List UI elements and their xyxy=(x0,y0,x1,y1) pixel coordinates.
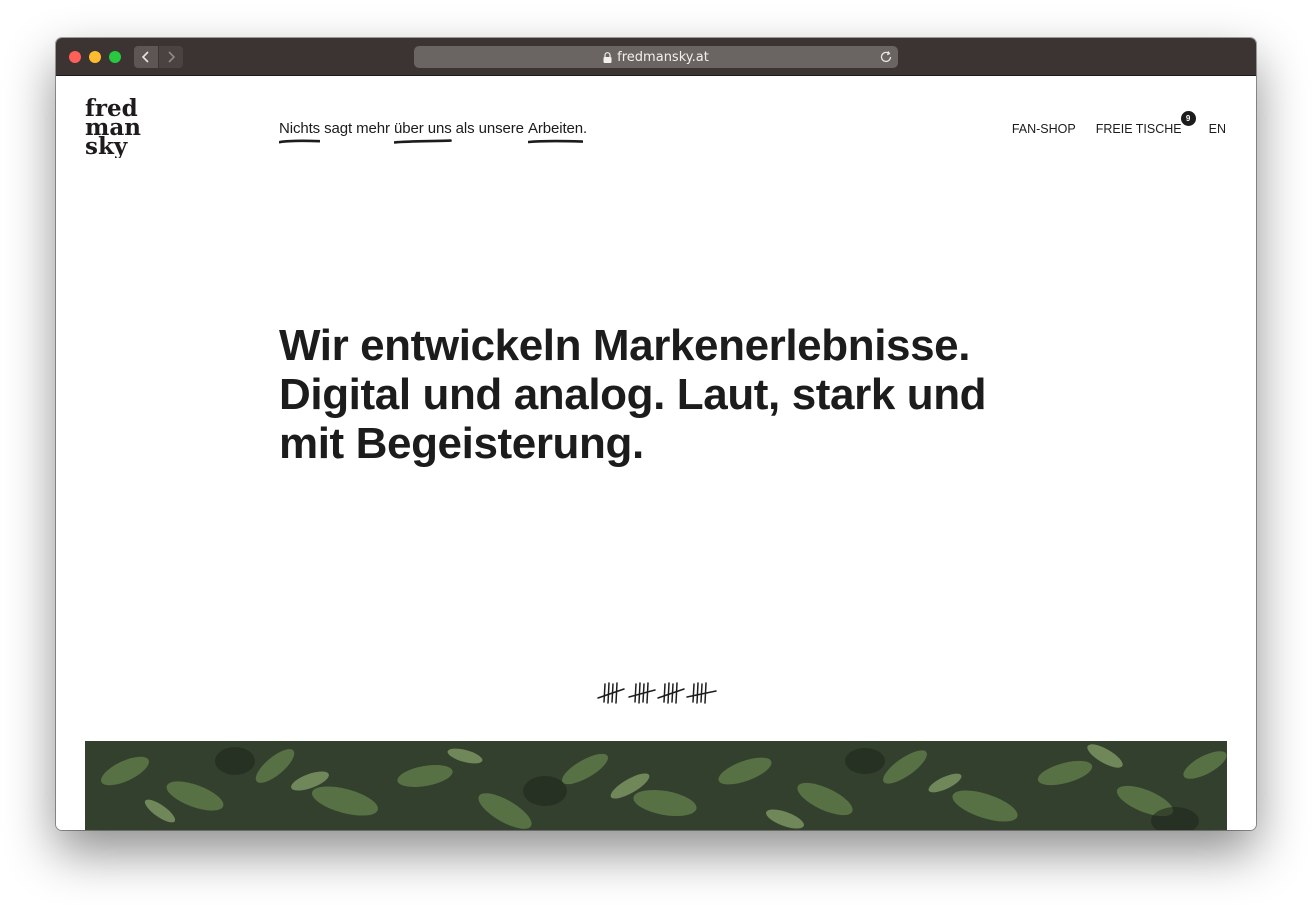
chevron-right-icon xyxy=(168,51,176,63)
foliage-image xyxy=(85,741,1227,830)
tagline-link-ueber-uns[interactable]: über uns xyxy=(394,120,452,144)
freie-tische-count-badge: 9 xyxy=(1180,111,1196,126)
page-content: fred man sky Nichts sagt mehr über uns a… xyxy=(56,76,1256,830)
main-nav: FAN-SHOP FREIE TISCHE 9 EN xyxy=(1012,111,1226,136)
hero-line-1: Wir entwickeln Markenerlebnisse. xyxy=(279,321,971,370)
zoom-window-button[interactable] xyxy=(109,51,121,63)
tagline-link-nichts-label: Nichts xyxy=(279,120,321,137)
address-bar[interactable]: fredmansky.at xyxy=(414,46,898,68)
brush-underline-icon xyxy=(279,139,321,144)
brush-underline-icon xyxy=(394,139,452,144)
hero-headline: Wir entwickeln Markenerlebnisse. Digital… xyxy=(279,321,1059,468)
close-window-button[interactable] xyxy=(69,51,81,63)
brush-underline-icon xyxy=(527,139,584,144)
hero-line-3: mit Begeisterung. xyxy=(279,419,644,468)
fredmansky-logo[interactable]: fred man sky xyxy=(85,98,149,158)
back-button[interactable] xyxy=(134,46,158,68)
minimize-window-button[interactable] xyxy=(89,51,101,63)
tagline-text-3: . xyxy=(583,120,588,137)
tagline-text-2: als unsere xyxy=(451,120,528,137)
tagline-link-arbeiten-label: Arbeiten xyxy=(527,120,584,137)
browser-toolbar: fredmansky.at xyxy=(56,38,1256,76)
logo-line-3: sky xyxy=(85,133,128,158)
lock-icon xyxy=(603,51,612,63)
nav-fan-shop[interactable]: FAN-SHOP xyxy=(1012,122,1076,136)
language-switch-en[interactable]: EN xyxy=(1209,122,1226,136)
nav-freie-tische[interactable]: FREIE TISCHE xyxy=(1096,122,1182,136)
hero-line-2: Digital und analog. Laut, stark und xyxy=(279,370,987,419)
tagline-text-1: sagt mehr xyxy=(320,120,395,137)
tagline: Nichts sagt mehr über uns als unsere Arb… xyxy=(279,120,588,144)
tagline-link-nichts[interactable]: Nichts xyxy=(279,120,321,144)
chevron-left-icon xyxy=(141,51,149,63)
browser-window: fredmansky.at fred man sky Nichts sagt m… xyxy=(56,38,1256,830)
url-text: fredmansky.at xyxy=(617,49,709,65)
tally-marks-icon xyxy=(597,682,717,704)
tagline-link-ueber-uns-label: über uns xyxy=(394,120,452,137)
hero-image-foliage xyxy=(85,741,1227,830)
forward-button[interactable] xyxy=(159,46,183,68)
tagline-link-arbeiten[interactable]: Arbeiten xyxy=(527,120,584,144)
reload-icon[interactable] xyxy=(879,50,893,64)
